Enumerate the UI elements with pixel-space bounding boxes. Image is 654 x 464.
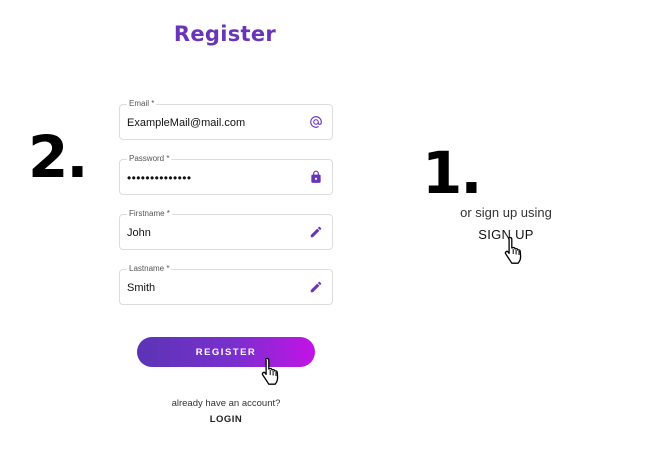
lastname-field[interactable]: Lastname * Smith xyxy=(119,264,333,305)
password-label: Password * xyxy=(127,154,172,163)
pencil-icon xyxy=(310,281,322,293)
firstname-label: Firstname * xyxy=(127,209,172,218)
step-number-2: 2. xyxy=(28,123,88,191)
password-field[interactable]: Password * •••••••••••••• xyxy=(119,154,333,195)
login-link[interactable]: LOGIN xyxy=(176,414,276,425)
hand-pointer-cursor-icon xyxy=(261,357,279,385)
firstname-value: John xyxy=(127,227,151,239)
email-label: Email * xyxy=(127,99,157,108)
lock-icon xyxy=(311,170,321,183)
email-value: ExampleMail@mail.com xyxy=(127,117,246,129)
register-button[interactable]: REGISTER xyxy=(137,337,315,367)
password-value: •••••••••••••• xyxy=(127,171,192,185)
at-icon xyxy=(310,116,322,128)
firstname-field[interactable]: Firstname * John xyxy=(119,209,333,250)
lastname-label: Lastname * xyxy=(127,264,172,273)
alternate-signup-text: or sign up using xyxy=(460,205,552,220)
lastname-value: Smith xyxy=(127,282,156,294)
already-account-text: already have an account? xyxy=(171,398,281,409)
register-button-label: REGISTER xyxy=(195,346,257,358)
step-number-1: 1. xyxy=(422,139,482,207)
hand-pointer-cursor-icon xyxy=(504,236,522,264)
email-field[interactable]: Email * ExampleMail@mail.com xyxy=(119,99,333,140)
page-title: Register xyxy=(173,22,277,46)
pencil-icon xyxy=(310,226,322,238)
